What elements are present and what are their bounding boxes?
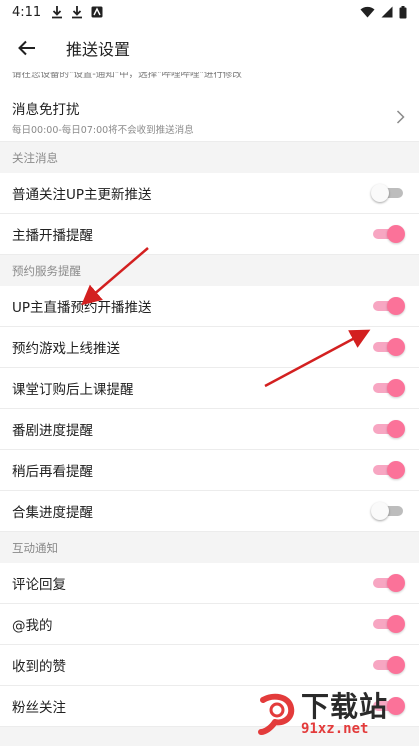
setting-label: 普通关注UP主更新推送	[12, 187, 152, 203]
setting-row[interactable]: 普通关注UP主更新推送	[0, 173, 419, 214]
setting-label: 稍后再看提醒	[12, 464, 93, 480]
setting-row[interactable]: 稍后再看提醒	[0, 450, 419, 491]
watermark: 下载站 91xz.net	[253, 690, 413, 740]
system-icons	[360, 5, 407, 19]
toggle-knob	[387, 615, 405, 633]
toggle-knob	[387, 225, 405, 243]
setting-toggle[interactable]	[373, 615, 405, 633]
app-notification-icon	[91, 6, 103, 18]
toggle-knob	[387, 656, 405, 674]
status-time: 4:11	[12, 4, 42, 20]
chevron-right-icon	[396, 109, 405, 124]
setting-toggle[interactable]	[373, 297, 405, 315]
setting-label: 评论回复	[12, 577, 66, 593]
setting-row[interactable]: @我的	[0, 604, 419, 645]
setting-toggle[interactable]	[373, 225, 405, 243]
toggle-knob	[371, 502, 389, 520]
page-title: 推送设置	[66, 40, 131, 59]
setting-row[interactable]: 番剧进度提醒	[0, 409, 419, 450]
toggle-knob	[387, 574, 405, 592]
download-icon	[72, 6, 83, 19]
setting-toggle[interactable]	[373, 379, 405, 397]
dnd-sub: 每日00:00-每日07:00将不会收到推送消息	[12, 124, 194, 136]
setting-row[interactable]: 主播开播提醒	[0, 214, 419, 255]
watermark-sub-text: 91xz.net	[301, 721, 369, 737]
section-header-interact: 互动通知	[0, 532, 419, 563]
dnd-row[interactable]: 消息免打扰 每日00:00-每日07:00将不会收到推送消息	[0, 92, 419, 142]
wifi-icon	[360, 6, 375, 18]
arrow-left-icon	[18, 40, 35, 56]
toggle-knob	[387, 461, 405, 479]
setting-toggle[interactable]	[371, 502, 405, 520]
system-settings-hint: 请在您设备的"设置-通知"中，选择"哔哩哔哩"进行修改	[0, 72, 419, 92]
setting-toggle[interactable]	[373, 420, 405, 438]
app-bar: 推送设置	[0, 24, 419, 72]
setting-label: 合集进度提醒	[12, 505, 93, 521]
watermark-main-text: 下载站	[301, 690, 389, 723]
toggle-knob	[371, 184, 389, 202]
setting-label: 课堂订购后上课提醒	[12, 382, 134, 398]
setting-row[interactable]: 评论回复	[0, 563, 419, 604]
setting-label: UP主直播预约开播推送	[12, 300, 152, 316]
setting-row[interactable]: 课堂订购后上课提醒	[0, 368, 419, 409]
setting-toggle[interactable]	[373, 461, 405, 479]
reserve-list: UP主直播预约开播推送 预约游戏上线推送 课堂订购后上课提醒 番剧进度提醒 稍后再看提醒…	[0, 286, 419, 532]
toggle-knob	[387, 297, 405, 315]
toggle-knob	[387, 379, 405, 397]
setting-row[interactable]: 收到的赞	[0, 645, 419, 686]
follow-list: 普通关注UP主更新推送 主播开播提醒	[0, 173, 419, 255]
setting-label: 番剧进度提醒	[12, 423, 93, 439]
setting-label: @我的	[12, 618, 53, 634]
section-header-follow: 关注消息	[0, 142, 419, 173]
section-header-reserve: 预约服务提醒	[0, 255, 419, 286]
setting-toggle[interactable]	[371, 184, 405, 202]
toggle-knob	[387, 420, 405, 438]
toggle-knob	[387, 338, 405, 356]
dnd-label: 消息免打扰	[12, 101, 80, 118]
setting-row[interactable]: UP主直播预约开播推送	[0, 286, 419, 327]
setting-toggle[interactable]	[373, 338, 405, 356]
back-button[interactable]	[14, 35, 40, 61]
download-icon	[52, 6, 63, 19]
status-bar: 4:11	[0, 0, 419, 24]
setting-row[interactable]: 合集进度提醒	[0, 491, 419, 532]
setting-label: 粉丝关注	[12, 700, 66, 716]
hint-text: 请在您设备的"设置-通知"中，选择"哔哩哔哩"进行修改	[12, 72, 242, 80]
setting-label: 主播开播提醒	[12, 228, 93, 244]
setting-label: 收到的赞	[12, 659, 66, 675]
watermark-logo-icon	[258, 693, 295, 735]
setting-label: 预约游戏上线推送	[12, 341, 120, 357]
setting-toggle[interactable]	[373, 574, 405, 592]
setting-toggle[interactable]	[373, 656, 405, 674]
signal-icon	[381, 6, 393, 18]
setting-row[interactable]: 预约游戏上线推送	[0, 327, 419, 368]
battery-icon	[399, 5, 407, 18]
notification-icons	[51, 5, 103, 19]
